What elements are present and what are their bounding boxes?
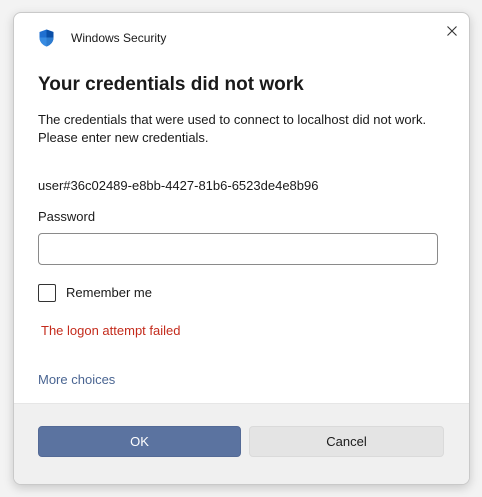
close-button[interactable] [435,18,469,46]
error-message: The logon attempt failed [41,323,181,338]
cancel-button[interactable]: Cancel [249,426,444,457]
password-label: Password [38,209,96,224]
ok-button[interactable]: OK [38,426,241,457]
remember-me-checkbox[interactable] [38,284,56,302]
shield-icon [39,29,54,47]
username-text: user#36c02489-e8bb-4427-81b6-6523de4e8b9… [38,178,319,193]
more-choices-link[interactable]: More choices [38,371,115,389]
password-field[interactable] [38,233,438,265]
close-icon [447,23,457,41]
remember-me-label[interactable]: Remember me [66,284,152,302]
dialog-description: The credentials that were used to connec… [38,112,427,145]
credential-dialog: Windows Security Your credentials did no… [13,12,470,485]
remember-me-checkbox-row[interactable]: Remember me [38,283,152,303]
title-bar: Windows Security [14,13,469,53]
dialog-footer: OK Cancel [14,403,469,484]
app-title: Windows Security [71,31,167,45]
dialog-heading: Your credentials did not work [38,74,304,95]
